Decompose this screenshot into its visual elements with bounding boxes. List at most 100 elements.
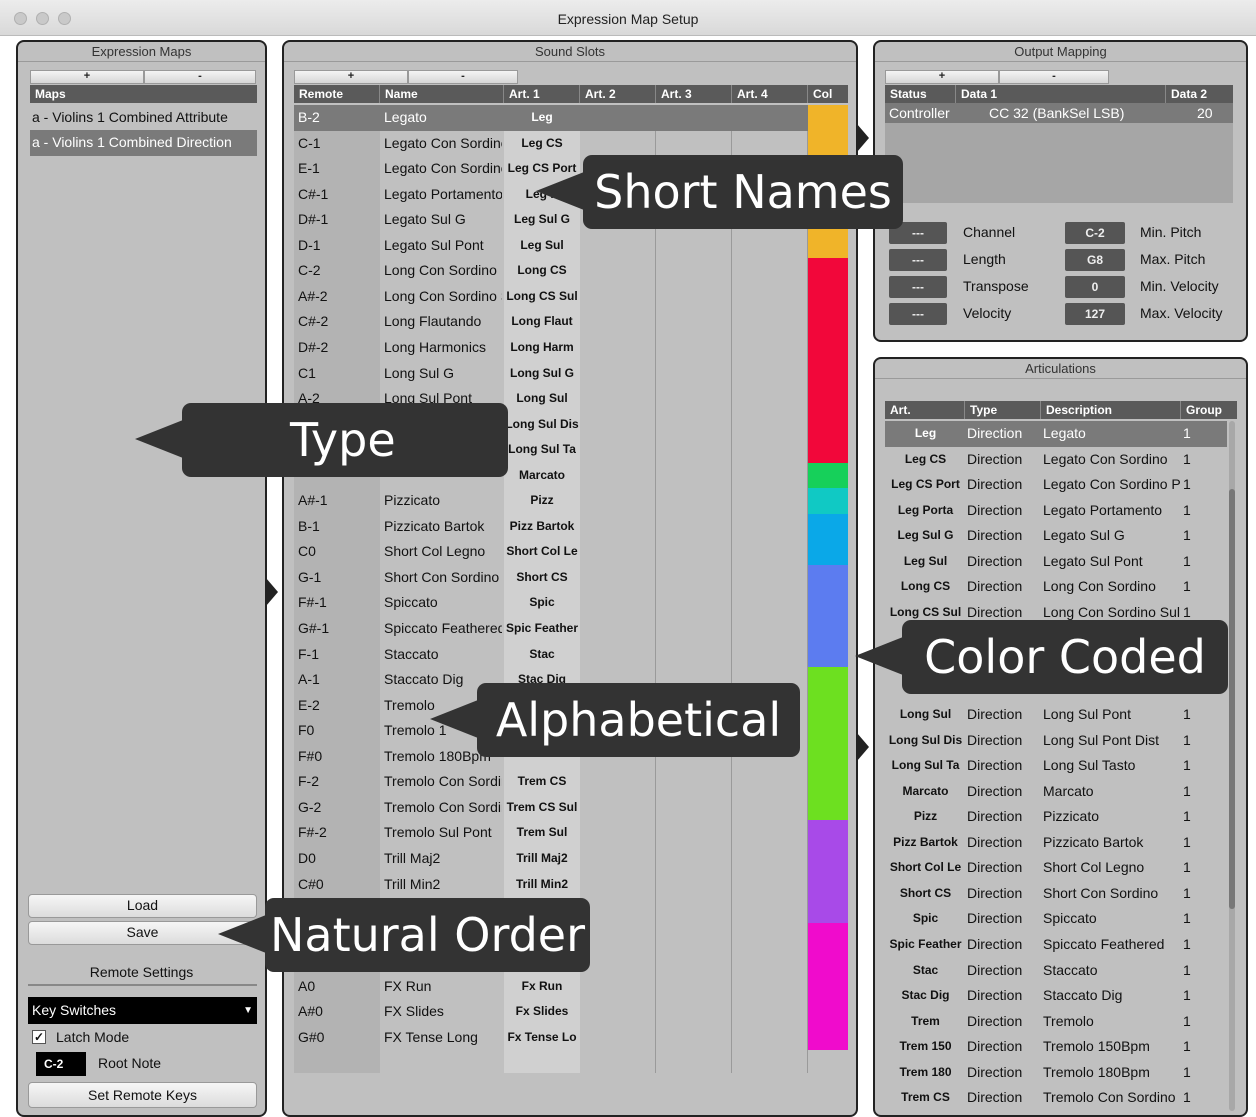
map-item-selected[interactable]: a - Violins 1 Combined Direction: [30, 130, 257, 156]
add-map-button[interactable]: +: [30, 70, 144, 84]
output-field-value[interactable]: ---: [889, 276, 947, 298]
sound-slot-row[interactable]: A#0 FX Slides Fx Slides: [294, 999, 808, 1025]
output-field-value[interactable]: ---: [889, 303, 947, 325]
type-column-header[interactable]: Type: [965, 401, 1041, 419]
output-field-value[interactable]: 0: [1065, 276, 1125, 298]
articulation-row[interactable]: Leg Sul Direction Legato Sul Pont 1: [885, 549, 1227, 575]
sound-slot-row[interactable]: A#-2 Long Con Sordino S Long CS Sul: [294, 284, 808, 310]
data2-column-header[interactable]: Data 2: [1166, 85, 1233, 103]
remove-map-button[interactable]: -: [144, 70, 256, 84]
panel-splitter-arrow[interactable]: [857, 124, 869, 152]
group-cell: 1: [1183, 1063, 1191, 1080]
articulation-row[interactable]: Leg Porta Direction Legato Portamento 1: [885, 498, 1227, 524]
articulation-row[interactable]: Pizz Direction Pizzicato 1: [885, 804, 1227, 830]
articulation-row[interactable]: Long Sul Ta Direction Long Sul Tasto 1: [885, 753, 1227, 779]
articulation-row[interactable]: Short Col Le Direction Short Col Legno 1: [885, 855, 1227, 881]
col-column-header[interactable]: Col: [808, 85, 848, 103]
color-swatch[interactable]: [808, 667, 848, 821]
color-swatch[interactable]: [808, 258, 848, 463]
remote-cell: F-2: [298, 773, 319, 790]
remote-cell: E-1: [298, 160, 320, 177]
articulation-row[interactable]: Leg CS Port Direction Legato Con Sordino P…: [885, 472, 1227, 498]
output-row[interactable]: Controller CC 32 (BankSel LSB) 20: [885, 103, 1233, 123]
type-cell: Direction: [967, 782, 1023, 799]
output-field-value[interactable]: ---: [889, 249, 947, 271]
sound-slot-row[interactable]: C#-2 Long Flautando Long Flaut: [294, 309, 808, 335]
sound-slot-row[interactable]: A0 FX Run Fx Run: [294, 974, 808, 1000]
sound-slot-row[interactable]: F#-2 Tremolo Sul Pont Trem Sul: [294, 820, 808, 846]
sound-slot-row[interactable]: G#-1 Spiccato Feathered Spic Feather: [294, 616, 808, 642]
color-swatch[interactable]: [808, 564, 848, 668]
scrollbar-thumb[interactable]: [1229, 489, 1235, 909]
sound-slot-row[interactable]: F-1 Staccato Stac: [294, 642, 808, 668]
panel-splitter-arrow[interactable]: [857, 733, 869, 761]
name-cell: Tremolo Con Sordino: [384, 773, 502, 790]
description-cell: Pizzicato: [1043, 808, 1100, 825]
group-column-header[interactable]: Group: [1181, 401, 1237, 419]
name-column-header[interactable]: Name: [380, 85, 504, 103]
remove-slot-button[interactable]: -: [408, 70, 518, 84]
sound-slot-row[interactable]: C-2 Long Con Sordino Long CS: [294, 258, 808, 284]
color-swatch[interactable]: [808, 820, 848, 923]
sound-slot-row[interactable]: G-1 Short Con Sordino Short CS: [294, 565, 808, 591]
articulation-row[interactable]: Spic Direction Spiccato 1: [885, 906, 1227, 932]
sound-slot-row[interactable]: G#0 FX Tense Long Fx Tense Lo: [294, 1025, 808, 1051]
articulation-row[interactable]: Trem 150 Direction Tremolo 150Bpm 1: [885, 1034, 1227, 1060]
remove-output-button[interactable]: -: [999, 70, 1109, 84]
color-swatch[interactable]: [808, 462, 848, 489]
remote-column-header[interactable]: Remote: [294, 85, 380, 103]
art1-column-header[interactable]: Art. 1: [504, 85, 580, 103]
articulation-row[interactable]: Stac Direction Staccato 1: [885, 958, 1227, 984]
sound-slot-row[interactable]: C-1 Legato Con Sordino Leg CS: [294, 131, 808, 157]
articulation-row[interactable]: Trem 180 Direction Tremolo 180Bpm 1: [885, 1060, 1227, 1086]
description-column-header[interactable]: Description: [1041, 401, 1181, 419]
data1-column-header[interactable]: Data 1: [956, 85, 1166, 103]
articulation-row-selected[interactable]: Leg Direction Legato 1: [885, 421, 1227, 447]
sound-slot-row[interactable]: A#-1 Pizzicato Pizz: [294, 488, 808, 514]
sound-slot-row[interactable]: D#-2 Long Harmonics Long Harm: [294, 335, 808, 361]
sound-slot-row[interactable]: D0 Trill Maj2 Trill Maj2: [294, 846, 808, 872]
art3-column-header[interactable]: Art. 3: [656, 85, 732, 103]
art4-column-header[interactable]: Art. 4: [732, 85, 808, 103]
sound-slot-row[interactable]: C0 Short Col Legno Short Col Le: [294, 539, 808, 565]
status-column-header[interactable]: Status: [885, 85, 956, 103]
set-remote-keys-button[interactable]: Set Remote Keys: [28, 1082, 257, 1108]
sound-slot-row[interactable]: D-1 Legato Sul Pont Leg Sul: [294, 233, 808, 259]
sound-slot-row[interactable]: G-2 Tremolo Con Sordino Trem CS Sul: [294, 795, 808, 821]
articulation-row[interactable]: Spic Feather Direction Spiccato Feathered 1: [885, 932, 1227, 958]
articulation-row[interactable]: Pizz Bartok Direction Pizzicato Bartok 1: [885, 830, 1227, 856]
articulation-row[interactable]: Trem Direction Tremolo 1: [885, 1009, 1227, 1035]
output-field-value[interactable]: G8: [1065, 249, 1125, 271]
sound-slot-row[interactable]: F-2 Tremolo Con Sordino Trem CS: [294, 769, 808, 795]
output-field-value[interactable]: 127: [1065, 303, 1125, 325]
color-swatch[interactable]: [808, 922, 848, 1051]
art2-column-header[interactable]: Art. 2: [580, 85, 656, 103]
sound-slot-row[interactable]: F#-1 Spiccato Spic: [294, 590, 808, 616]
color-swatch[interactable]: [808, 488, 848, 514]
sound-slot-row[interactable]: C1 Long Sul G Long Sul G: [294, 361, 808, 387]
map-item[interactable]: a - Violins 1 Combined Attribute: [30, 105, 257, 131]
color-swatch[interactable]: [808, 513, 848, 565]
articulation-row[interactable]: Long Sul Dis Direction Long Sul Pont Dist 1: [885, 728, 1227, 754]
output-field-value[interactable]: C-2: [1065, 222, 1125, 244]
articulation-row[interactable]: Long Sul Direction Long Sul Pont 1: [885, 702, 1227, 728]
sound-slot-row[interactable]: B-1 Pizzicato Bartok Pizz Bartok: [294, 514, 808, 540]
panel-splitter-arrow[interactable]: [266, 578, 278, 606]
sound-slot-row[interactable]: C#0 Trill Min2 Trill Min2: [294, 872, 808, 898]
type-cell: Direction: [967, 578, 1023, 595]
art-column-header[interactable]: Art.: [885, 401, 965, 419]
articulation-row[interactable]: Stac Dig Direction Staccato Dig 1: [885, 983, 1227, 1009]
articulation-row[interactable]: Marcato Direction Marcato 1: [885, 779, 1227, 805]
articulation-row[interactable]: Leg Sul G Direction Legato Sul G 1: [885, 523, 1227, 549]
articulation-row[interactable]: Long CS Direction Long Con Sordino 1: [885, 574, 1227, 600]
remote-mode-select[interactable]: Key Switches ▼: [28, 997, 257, 1024]
art-cell: Stac Dig: [901, 988, 950, 1003]
latch-mode-checkbox[interactable]: ✓: [32, 1030, 46, 1044]
add-output-button[interactable]: +: [885, 70, 999, 84]
add-slot-button[interactable]: +: [294, 70, 408, 84]
articulation-row[interactable]: Trem CS Direction Tremolo Con Sordino 1: [885, 1085, 1227, 1111]
articulation-row[interactable]: Short CS Direction Short Con Sordino 1: [885, 881, 1227, 907]
articulation-row[interactable]: Leg CS Direction Legato Con Sordino 1: [885, 447, 1227, 473]
sound-slot-row-selected[interactable]: B-2 Legato Leg: [294, 105, 808, 131]
root-note-stepper[interactable]: C-2: [36, 1052, 86, 1076]
